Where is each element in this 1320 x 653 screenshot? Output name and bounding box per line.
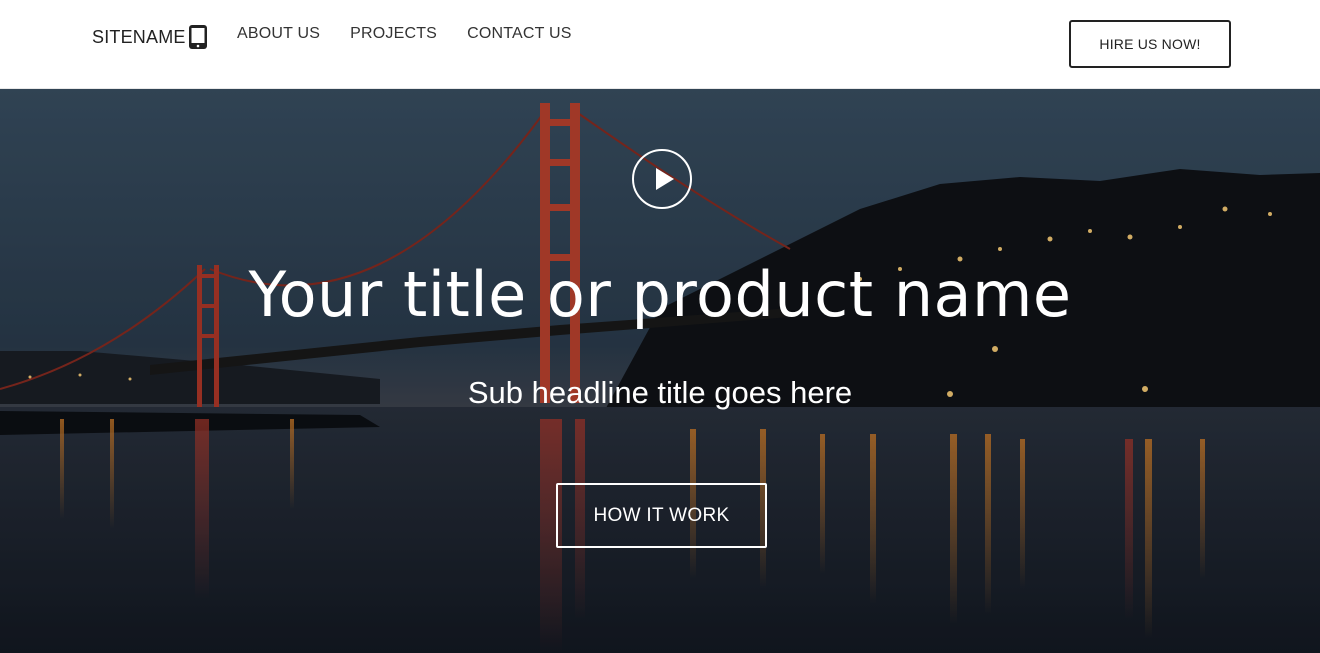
main-nav: ABOUT US PROJECTS CONTACT US bbox=[237, 24, 572, 44]
site-logo-link[interactable]: SITENAME bbox=[92, 24, 208, 50]
play-icon bbox=[655, 168, 674, 190]
hero-section: Your title or product name Sub headline … bbox=[0, 89, 1320, 653]
hero-title: Your title or product name bbox=[248, 258, 1072, 331]
hero-subtitle: Sub headline title goes here bbox=[467, 375, 853, 410]
nav-about-us[interactable]: ABOUT US bbox=[237, 24, 320, 44]
site-name: SITENAME bbox=[92, 26, 186, 47]
tablet-icon bbox=[188, 24, 208, 50]
nav-contact-us[interactable]: CONTACT US bbox=[467, 24, 572, 44]
nav-projects[interactable]: PROJECTS bbox=[350, 24, 437, 44]
hire-us-button[interactable]: HIRE US NOW! bbox=[1069, 20, 1231, 68]
site-header: SITENAME ABOUT US PROJECTS CONTACT US HI… bbox=[0, 0, 1320, 89]
play-video-button[interactable] bbox=[632, 149, 692, 209]
how-it-work-button[interactable]: HOW IT WORK bbox=[556, 483, 767, 548]
